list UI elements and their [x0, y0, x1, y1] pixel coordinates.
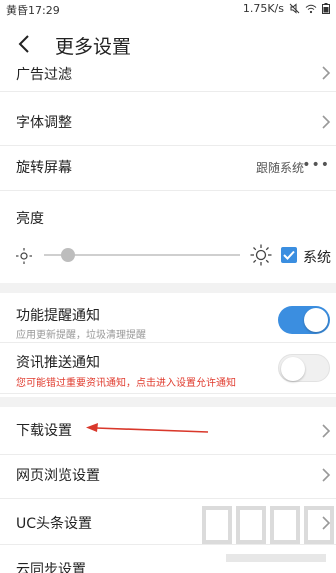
mute-icon	[289, 3, 300, 14]
row-news-push: 资讯推送通知 您可能错过重要资讯通知，点击进入设置允许通知	[0, 344, 336, 394]
row-font-size[interactable]: 字体调整	[0, 98, 336, 146]
toggle-warning[interactable]: 您可能错过重要资讯通知，点击进入设置允许通知	[16, 374, 236, 389]
row-label: 字体调整	[16, 115, 72, 131]
row-label: 下载设置	[16, 423, 72, 439]
rotate-value: 跟随系统	[255, 161, 304, 175]
row-browse-settings[interactable]: 网页浏览设置	[0, 451, 336, 499]
row-label: 旋转屏幕	[16, 160, 72, 176]
battery-icon	[322, 3, 330, 14]
watermark-logo	[202, 506, 334, 562]
sun-small-icon	[16, 248, 32, 264]
section-divider	[0, 397, 336, 407]
network-speed: 1.75K/s	[242, 2, 284, 15]
section-divider	[0, 283, 336, 293]
chevron-right-icon	[322, 424, 331, 438]
toggle-knob	[281, 357, 305, 381]
chevron-right-icon	[322, 468, 331, 482]
status-time: 黄昏17:29	[6, 4, 60, 17]
chevron-right-icon	[322, 115, 331, 129]
toggle-title: 功能提醒通知	[16, 308, 100, 324]
page-title: 更多设置	[55, 36, 132, 58]
toggle-subtitle: 应用更新提醒，垃圾清理提醒	[16, 330, 146, 341]
row-label: 网页浏览设置	[16, 468, 100, 484]
row-feature-reminder: 功能提醒通知 应用更新提醒，垃圾清理提醒	[0, 293, 336, 343]
feature-reminder-toggle[interactable]	[278, 306, 330, 334]
news-push-toggle[interactable]	[278, 354, 330, 382]
follow-system-label: 系统	[303, 250, 331, 266]
brightness-slider-thumb[interactable]	[60, 248, 75, 262]
chevron-left-icon	[18, 35, 29, 53]
status-bar: 黄昏17:29 1.75K/s	[0, 0, 336, 18]
sun-large-icon	[250, 244, 272, 266]
check-icon	[283, 250, 295, 260]
brightness-label: 亮度	[16, 211, 44, 227]
toggle-knob	[304, 308, 328, 332]
header: 更多设置	[0, 22, 336, 66]
annotation-arrow-icon	[86, 423, 209, 433]
toggle-title: 资讯推送通知	[16, 355, 100, 371]
chevron-right-icon	[322, 66, 331, 80]
status-icons: 1.75K/s	[243, 2, 330, 15]
wifi-icon	[305, 4, 317, 13]
row-ad-filter[interactable]: 广告过滤	[0, 64, 336, 92]
back-button[interactable]	[10, 30, 38, 58]
row-label: 云同步设置	[16, 562, 86, 573]
row-label: 广告过滤	[16, 67, 72, 83]
follow-system-checkbox[interactable]	[281, 247, 297, 263]
row-rotate-screen[interactable]: 旋转屏幕 跟随系统 •••	[0, 143, 336, 191]
more-icon[interactable]: •••	[302, 157, 330, 173]
row-label: UC头条设置	[16, 516, 93, 532]
